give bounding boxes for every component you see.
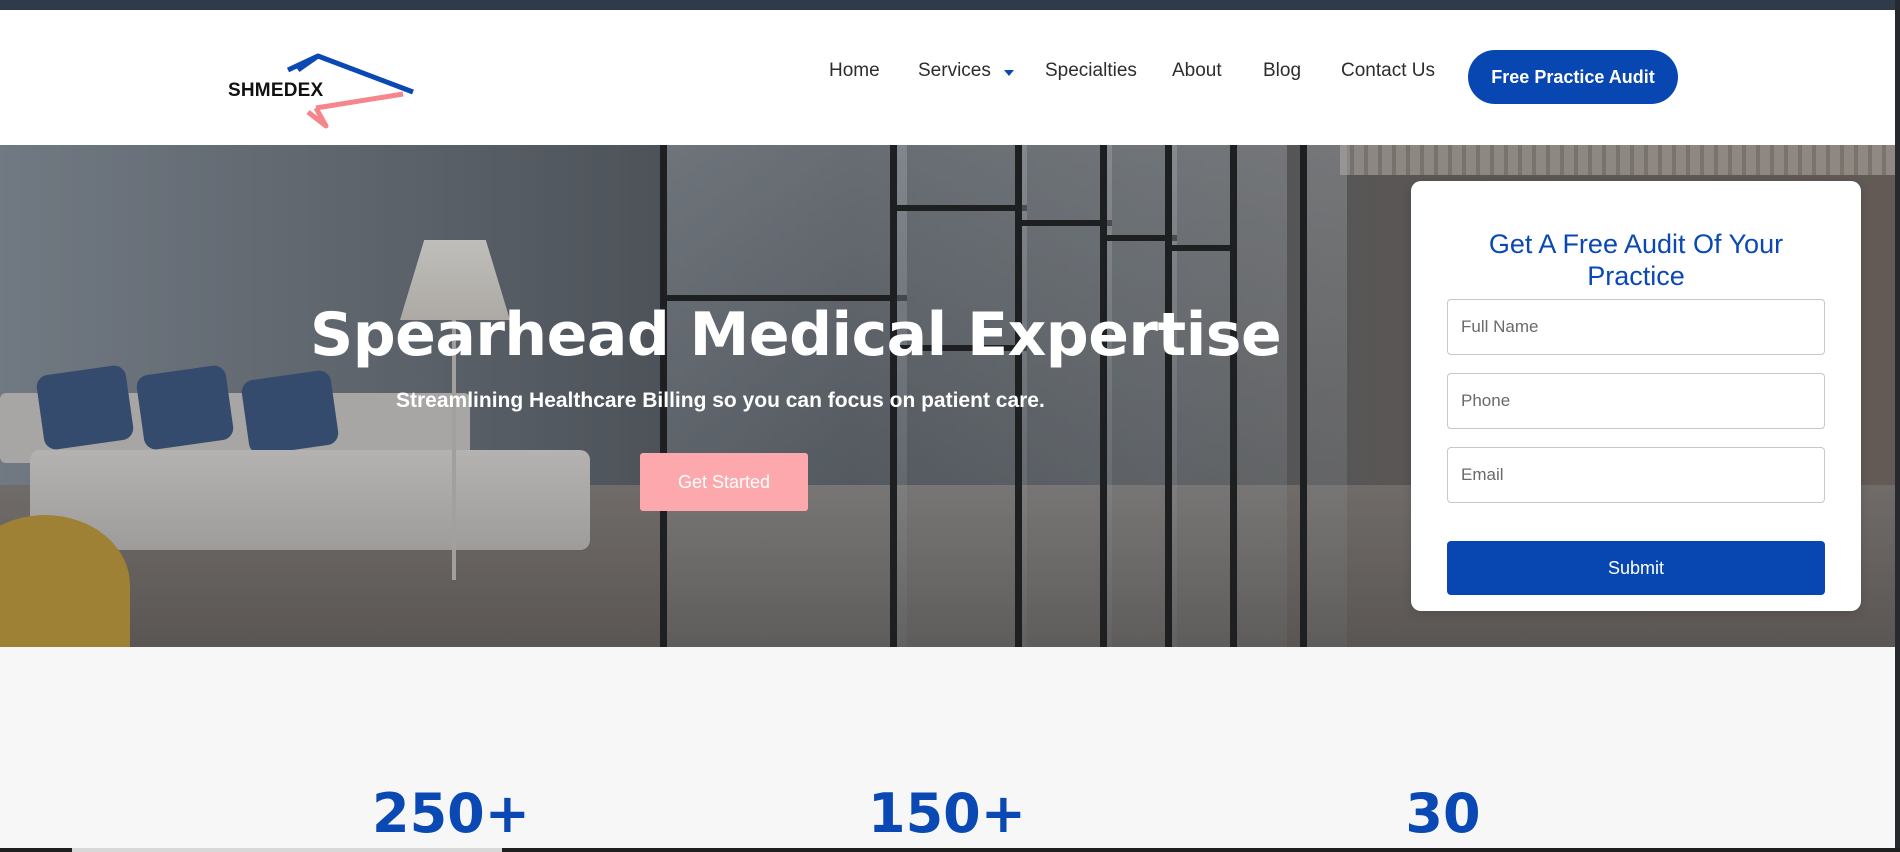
hero-subtitle: Streamlining Healthcare Billing so you c… [396,389,1045,412]
window-edge [1895,0,1900,852]
logo-text: SHMEDEX [228,80,324,101]
logo[interactable]: SHMEDEX [228,42,418,132]
email-field[interactable] [1447,447,1825,503]
audit-form-card: Get A Free Audit Of Your Practice Submit [1411,181,1861,611]
nav-contact-us[interactable]: Contact Us [1341,60,1435,82]
nav-specialties[interactable]: Specialties [1045,60,1137,82]
full-name-field[interactable] [1447,299,1825,355]
site-header: SHMEDEX Home Services Specialties About … [0,10,1895,145]
nav-blog[interactable]: Blog [1263,60,1301,82]
audit-form-title: Get A Free Audit Of Your Practice [1488,229,1784,291]
nav-about[interactable]: About [1172,60,1222,82]
stat-value: 250+ [372,782,530,845]
hero-title: Spearhead Medical Expertise [310,300,1282,370]
submit-button[interactable]: Submit [1447,541,1825,595]
phone-field[interactable] [1447,373,1825,429]
free-practice-audit-button[interactable]: Free Practice Audit [1468,50,1678,104]
stat-value: 30 [1405,782,1481,845]
nav-home[interactable]: Home [829,60,880,82]
browser-bottom-strip [0,848,1900,852]
chevron-down-icon[interactable] [1004,70,1014,76]
nav-services[interactable]: Services [918,60,991,82]
browser-top-strip [0,0,1900,10]
page: SHMEDEX Home Services Specialties About … [0,10,1895,848]
get-started-button[interactable]: Get Started [640,453,808,511]
stat-value: 150+ [868,782,1026,845]
